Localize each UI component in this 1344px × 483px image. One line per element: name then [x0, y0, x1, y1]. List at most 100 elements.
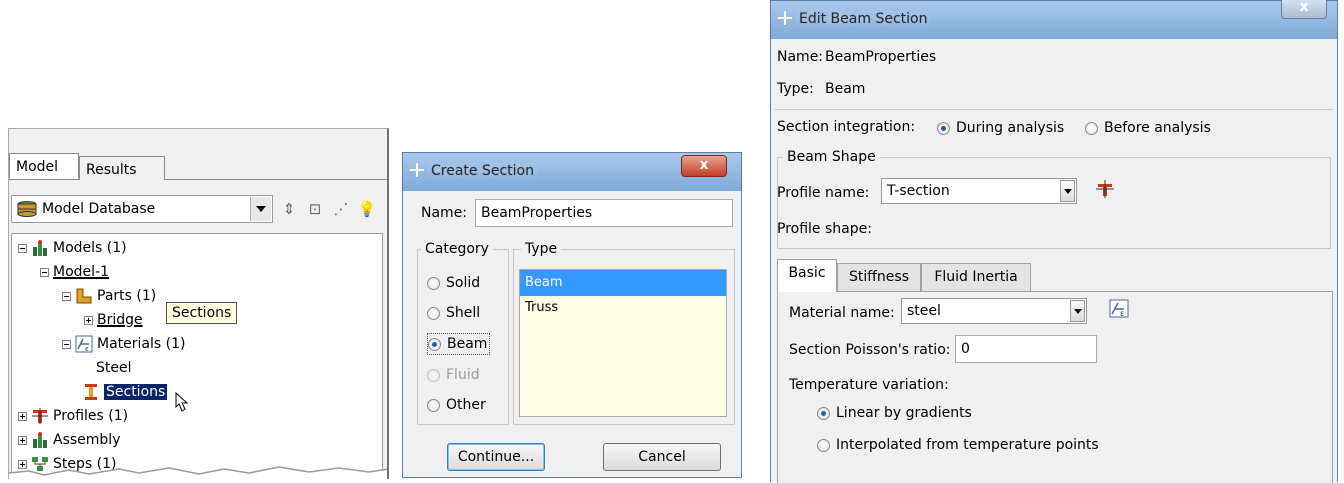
- type-item-beam[interactable]: Beam: [520, 270, 726, 296]
- category-label: Category: [421, 241, 493, 257]
- close-button[interactable]: x: [681, 155, 727, 177]
- material-manager-icon[interactable]: ε: [1109, 299, 1131, 319]
- category-fluid-radio: Fluid: [427, 365, 480, 385]
- tab-model[interactable]: Model: [9, 153, 79, 179]
- mouse-cursor-icon: [175, 391, 189, 412]
- temp-variation-label: Temperature variation:: [789, 377, 949, 393]
- collapse-icon[interactable]: [62, 291, 71, 301]
- collapse-icon[interactable]: [62, 339, 71, 349]
- tree-node-parts[interactable]: Parts (1): [62, 286, 156, 306]
- tab-fluid-inertia[interactable]: Fluid Inertia: [921, 263, 1031, 291]
- dialog-title: Edit Beam Section: [799, 11, 928, 27]
- category-other-radio[interactable]: Other: [427, 395, 486, 415]
- svg-text:ε: ε: [85, 345, 89, 353]
- expand-tree-icon[interactable]: ⊡: [305, 199, 325, 219]
- type-item-truss[interactable]: Truss: [520, 296, 726, 320]
- tab-divider: [9, 179, 387, 180]
- tree-node-label: Model-1: [53, 264, 109, 280]
- expand-icon[interactable]: [84, 315, 93, 325]
- collapse-icon[interactable]: [40, 267, 49, 277]
- cross-icon: [778, 11, 792, 25]
- tree-node-sections[interactable]: Sections: [82, 382, 168, 402]
- sections-icon: [85, 384, 97, 400]
- chevron-down-icon[interactable]: [250, 197, 271, 221]
- model-database-select[interactable]: Model Database: [11, 195, 273, 223]
- expand-icon[interactable]: [18, 435, 27, 445]
- temp-interpolated-radio[interactable]: Interpolated from temperature points: [817, 435, 1099, 455]
- poisson-input[interactable]: 0: [955, 335, 1097, 363]
- profile-shape-label: Profile shape:: [777, 221, 872, 237]
- create-section-dialog: Create Section x Name: BeamProperties Ca…: [402, 152, 742, 478]
- tree-node-bridge[interactable]: Bridge: [84, 310, 143, 330]
- model-tree: Models (1) Model-1 Parts (1) Bridge ε Mat…: [11, 233, 383, 479]
- tab-basic[interactable]: Basic: [777, 259, 837, 292]
- radio-selected-icon: [428, 337, 441, 351]
- tab-results[interactable]: Results: [79, 156, 165, 180]
- integration-before-radio[interactable]: Before analysis: [1085, 118, 1211, 138]
- tooltip: Sections: [166, 302, 238, 324]
- poisson-label: Section Poisson's ratio:: [789, 342, 951, 358]
- profile-name-label: Profile name:: [777, 185, 870, 201]
- category-shell-radio[interactable]: Shell: [427, 303, 480, 323]
- integration-during-radio[interactable]: During analysis: [937, 118, 1064, 138]
- radio-label: Interpolated from temperature points: [836, 437, 1099, 453]
- dialog-title: Create Section: [431, 163, 534, 179]
- up-down-arrows-icon[interactable]: ⇕: [279, 199, 299, 219]
- tree-node-label: Models (1): [53, 240, 127, 256]
- edit-beam-section-dialog: Edit Beam Section x Name: BeamProperties…: [770, 0, 1338, 483]
- radio-icon: [427, 306, 440, 320]
- expand-icon[interactable]: [18, 411, 27, 421]
- integration-label: Section integration:: [777, 119, 916, 135]
- poisson-value: 0: [961, 341, 970, 357]
- tree-node-profiles[interactable]: Profiles (1): [18, 406, 128, 426]
- tree-node-label: Assembly: [53, 432, 121, 448]
- profile-name-select[interactable]: T-section: [881, 178, 1077, 204]
- chevron-down-icon[interactable]: [1070, 300, 1085, 322]
- type-label: Type:: [777, 81, 814, 97]
- tree-node-label: Profiles (1): [53, 408, 129, 424]
- tree-node-materials[interactable]: ε Materials (1): [62, 334, 185, 354]
- type-list[interactable]: Beam Truss: [519, 269, 727, 417]
- filter-icon[interactable]: ⋰: [331, 199, 351, 219]
- radio-icon: [427, 398, 440, 412]
- name-label: Name:: [421, 205, 468, 221]
- type-value: Beam: [825, 81, 866, 97]
- collapse-icon[interactable]: [18, 243, 27, 253]
- database-icon: [17, 201, 37, 217]
- cross-icon: [410, 163, 424, 177]
- tree-node-model-1[interactable]: Model-1: [40, 262, 109, 282]
- material-name-select[interactable]: steel: [901, 298, 1087, 324]
- close-button[interactable]: x: [1281, 0, 1327, 19]
- radio-icon: [817, 438, 830, 452]
- cancel-button[interactable]: Cancel: [603, 443, 721, 471]
- models-icon: [33, 240, 47, 256]
- lightbulb-icon[interactable]: 💡: [357, 199, 377, 219]
- radio-label: Other: [446, 397, 486, 413]
- beam-shape-label: Beam Shape: [783, 149, 880, 165]
- title-bar[interactable]: Edit Beam Section x: [771, 0, 1337, 39]
- radio-selected-icon: [937, 121, 950, 135]
- material-name-label: Material name:: [789, 305, 895, 321]
- name-value: BeamProperties: [481, 205, 593, 221]
- radio-icon: [1085, 121, 1098, 135]
- tree-node-models[interactable]: Models (1): [18, 238, 127, 258]
- tab-stiffness[interactable]: Stiffness: [837, 263, 921, 291]
- title-bar[interactable]: Create Section x: [403, 153, 741, 191]
- torn-edge-decoration: [9, 466, 387, 479]
- radio-label: Solid: [446, 275, 481, 291]
- category-beam-radio[interactable]: Beam: [427, 333, 491, 355]
- radio-label: During analysis: [956, 120, 1065, 136]
- profile-manager-icon[interactable]: [1095, 179, 1115, 199]
- tree-node-steel[interactable]: Steel: [96, 358, 132, 378]
- tree-node-label: Parts (1): [97, 288, 157, 304]
- continue-button[interactable]: Continue...: [447, 443, 545, 471]
- assembly-icon: [33, 432, 47, 448]
- tree-node-label: Steel: [96, 360, 132, 376]
- radio-label: Shell: [446, 305, 481, 321]
- name-input[interactable]: BeamProperties: [475, 199, 733, 227]
- temp-linear-radio[interactable]: Linear by gradients: [817, 403, 972, 423]
- chevron-down-icon[interactable]: [1060, 180, 1075, 202]
- name-label: Name:: [777, 49, 824, 65]
- tree-node-assembly[interactable]: Assembly: [18, 430, 120, 450]
- category-solid-radio[interactable]: Solid: [427, 273, 480, 293]
